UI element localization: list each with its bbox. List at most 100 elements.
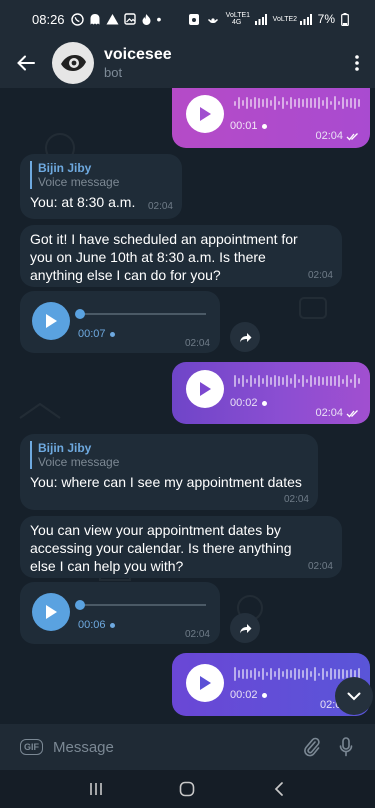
- nav-back-icon: [274, 782, 283, 796]
- waveform-bar: [326, 376, 328, 386]
- status-bar: 08:26 • VoLTE1 4G VoLTE2 7%: [0, 0, 375, 38]
- message-time: 02:04: [315, 130, 360, 142]
- incoming-text-message[interactable]: Bijin Jiby Voice message You: where can …: [20, 434, 318, 510]
- alert-icon: [106, 14, 119, 25]
- quote-text: Voice message: [38, 175, 120, 189]
- play-button[interactable]: [186, 370, 224, 408]
- voice-duration: 00:01: [230, 120, 267, 132]
- avatar[interactable]: [52, 42, 94, 84]
- waveform-bar: [262, 98, 264, 108]
- recent-apps-button[interactable]: [76, 774, 116, 804]
- waveform-bar: [286, 375, 288, 387]
- incoming-text-message[interactable]: Got it! I have scheduled an appointment …: [20, 225, 342, 287]
- waveform-bar: [282, 97, 284, 109]
- voice-duration: 00:02: [230, 689, 267, 701]
- recents-icon: [90, 783, 102, 795]
- message-time: 02:04: [283, 494, 309, 505]
- waveform-bar: [302, 670, 304, 678]
- waveform-bar: [266, 672, 268, 676]
- voice-progress-handle[interactable]: [75, 309, 85, 319]
- forward-icon: [239, 623, 251, 633]
- waveform-bar: [342, 97, 344, 109]
- waveform-bar: [354, 374, 356, 388]
- play-button[interactable]: [186, 95, 224, 133]
- waveform-bar: [290, 669, 292, 679]
- waveform-bar: [262, 378, 264, 384]
- battery-percent: 7%: [317, 12, 335, 26]
- waveform[interactable]: [234, 374, 360, 388]
- scroll-to-bottom-button[interactable]: [335, 677, 373, 715]
- waveform-bar: [358, 378, 360, 384]
- waveform-bar: [290, 378, 292, 384]
- more-vertical-icon: [355, 55, 359, 71]
- status-notification-icons: •: [70, 11, 162, 27]
- message-text: You: at 8:30 a.m.: [30, 194, 136, 210]
- voice-record-button[interactable]: [329, 730, 363, 764]
- ghost-icon: [90, 13, 100, 24]
- quote-author: Bijin Jiby: [38, 441, 92, 455]
- status-system-icons: VoLTE1 4G VoLTE2 7%: [188, 12, 349, 26]
- waveform[interactable]: [234, 96, 360, 110]
- chat-title-block[interactable]: voicesee bot: [104, 46, 172, 80]
- waveform-bar: [334, 669, 336, 679]
- voice-progress-track[interactable]: [78, 604, 206, 606]
- outgoing-voice-message[interactable]: 00:01 02:04: [172, 88, 370, 148]
- voice-progress-track[interactable]: [78, 313, 206, 315]
- gif-button[interactable]: GIF: [20, 739, 43, 755]
- forward-button[interactable]: [230, 613, 260, 643]
- message-text: Got it! I have scheduled an appointment …: [30, 231, 298, 283]
- incoming-text-message[interactable]: Bijin Jiby Voice message You: at 8:30 a.…: [20, 154, 182, 219]
- reply-quote[interactable]: Bijin Jiby Voice message: [30, 161, 172, 189]
- waveform-bar: [274, 670, 276, 678]
- incoming-voice-message[interactable]: 00:07 02:04: [20, 291, 220, 353]
- nav-back-button[interactable]: [259, 774, 299, 804]
- waveform-bar: [242, 100, 244, 106]
- chat-area[interactable]: 00:01 02:04 Bijin Jiby Voice message You…: [0, 88, 375, 724]
- waveform-bar: [314, 98, 316, 108]
- volte2-signal-icon: VoLTE2: [272, 15, 298, 23]
- outgoing-voice-message[interactable]: 00:02 02:04: [172, 362, 370, 424]
- play-button[interactable]: [32, 302, 70, 340]
- waveform-bar: [330, 375, 332, 387]
- waveform-bar: [346, 375, 348, 387]
- waveform-bar: [306, 378, 308, 384]
- voice-duration: 00:06: [78, 619, 115, 631]
- waveform-bar: [302, 375, 304, 387]
- battery-icon: [341, 12, 349, 26]
- forward-button[interactable]: [230, 322, 260, 352]
- message-time: 02:04: [147, 201, 173, 212]
- incoming-voice-message[interactable]: 00:06 02:04: [20, 582, 220, 644]
- waveform-bar: [254, 667, 256, 681]
- waveform-bar: [258, 98, 260, 108]
- chat-subtitle: bot: [104, 65, 123, 80]
- waveform-bar: [326, 97, 328, 109]
- voice-progress-handle[interactable]: [75, 600, 85, 610]
- incoming-text-message[interactable]: You can view your appointment dates by a…: [20, 516, 342, 578]
- whatsapp-icon: [70, 12, 84, 26]
- message-input[interactable]: Message: [53, 739, 295, 756]
- waveform-bar: [250, 99, 252, 107]
- waveform-bar: [318, 375, 320, 387]
- more-options-button[interactable]: [339, 38, 375, 88]
- message-input-bar: GIF Message: [0, 724, 375, 770]
- waveform-bar: [334, 96, 336, 110]
- waveform-bar: [310, 98, 312, 108]
- waveform-bar: [342, 669, 344, 679]
- message-text: You can view your appointment dates by a…: [30, 522, 292, 574]
- play-button[interactable]: [186, 664, 224, 702]
- dot-icon: •: [156, 11, 162, 27]
- voice-duration: 00:02: [230, 397, 267, 409]
- play-button[interactable]: [32, 593, 70, 631]
- reply-quote[interactable]: Bijin Jiby Voice message: [30, 441, 308, 469]
- waveform-bar: [314, 376, 316, 386]
- home-button[interactable]: [167, 774, 207, 804]
- waveform[interactable]: [234, 667, 360, 681]
- double-check-icon: [346, 409, 358, 417]
- waveform-bar: [298, 97, 300, 109]
- back-button[interactable]: [0, 38, 52, 88]
- waveform-bar: [350, 97, 352, 109]
- attach-button[interactable]: [295, 730, 329, 764]
- waveform-bar: [246, 97, 248, 109]
- waveform-bar: [246, 378, 248, 384]
- waveform-bar: [306, 98, 308, 108]
